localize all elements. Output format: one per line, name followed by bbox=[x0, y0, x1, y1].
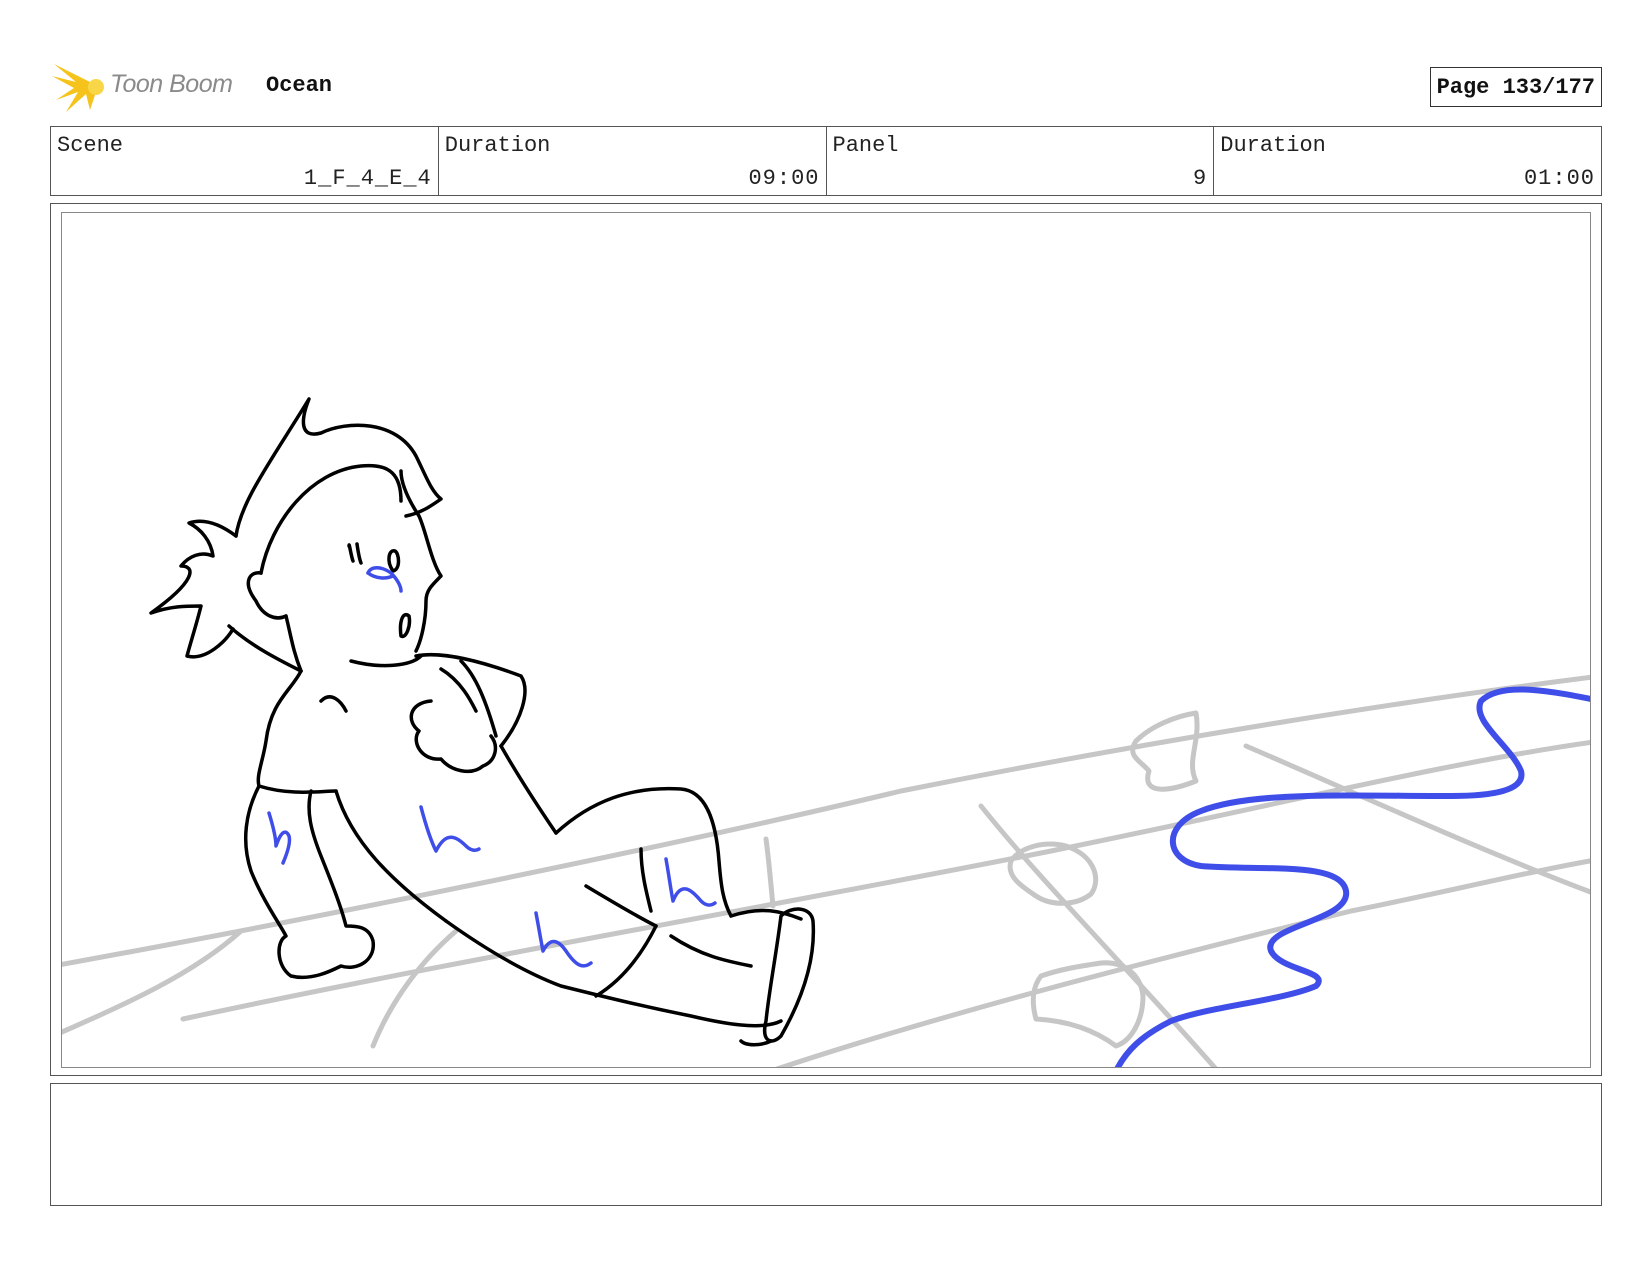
storyboard-sketch bbox=[62, 397, 1590, 1067]
ground-lines bbox=[62, 674, 1590, 1067]
panel-duration-value: 01:00 bbox=[1523, 166, 1595, 191]
toon-boom-logo: Toon Boom bbox=[52, 60, 252, 114]
panel-image bbox=[61, 212, 1591, 1068]
scene-label: Scene bbox=[57, 133, 124, 158]
scene-value: 1_F_4_E_4 bbox=[303, 166, 432, 191]
panel-duration-label: Duration bbox=[1220, 133, 1326, 158]
water-line bbox=[1114, 686, 1590, 1067]
scene-duration-cell: Duration 09:00 bbox=[439, 127, 827, 195]
panel-cell: Panel 9 bbox=[827, 127, 1215, 195]
scene-duration-value: 09:00 bbox=[748, 166, 820, 191]
panel-duration-cell: Duration 01:00 bbox=[1214, 127, 1601, 195]
starburst-icon bbox=[52, 64, 104, 112]
scene-info-table: Scene 1_F_4_E_4 Duration 09:00 Panel 9 D… bbox=[50, 126, 1602, 196]
brand-name: Toon Boom bbox=[110, 70, 233, 98]
scene-duration-label: Duration bbox=[444, 133, 551, 158]
page-indicator: Page 133/177 bbox=[1429, 67, 1602, 107]
panel-value: 9 bbox=[1193, 166, 1208, 191]
scene-cell: Scene 1_F_4_E_4 bbox=[51, 127, 439, 195]
panel-label: Panel bbox=[832, 133, 899, 158]
project-title: Ocean bbox=[266, 73, 333, 98]
character-sketch bbox=[149, 397, 816, 1047]
panel-notes bbox=[50, 1083, 1602, 1206]
